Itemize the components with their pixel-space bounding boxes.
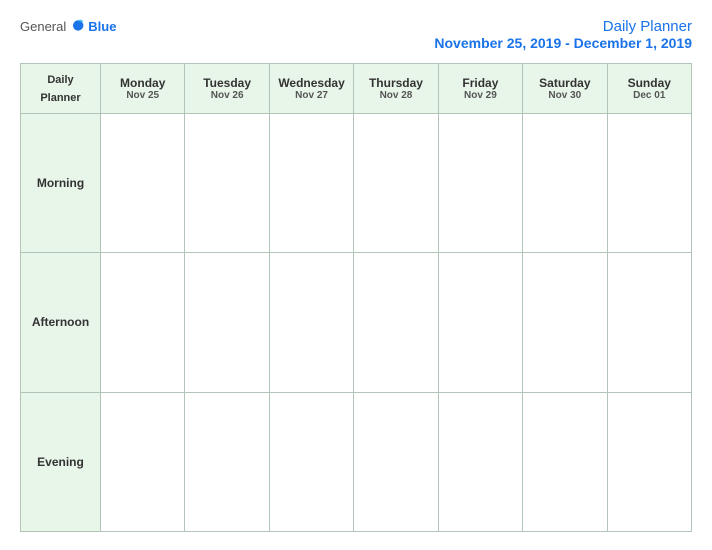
afternoon-row: Afternoon bbox=[21, 253, 692, 392]
afternoon-sunday-cell[interactable] bbox=[607, 253, 691, 392]
afternoon-wednesday-cell[interactable] bbox=[269, 253, 353, 392]
morning-thursday-cell[interactable] bbox=[354, 113, 438, 252]
title-area: Daily Planner November 25, 2019 - Decemb… bbox=[434, 18, 692, 51]
evening-saturday-cell[interactable] bbox=[523, 392, 607, 531]
evening-row: Evening bbox=[21, 392, 692, 531]
day-header-wednesday: Wednesday Nov 27 bbox=[269, 64, 353, 114]
morning-label: Morning bbox=[21, 113, 101, 252]
evening-thursday-cell[interactable] bbox=[354, 392, 438, 531]
header: General Blue Daily Planner November 25, … bbox=[20, 18, 692, 51]
day-name-sunday: Sunday bbox=[612, 76, 687, 90]
table-header-row: Daily Planner Monday Nov 25 Tuesday Nov … bbox=[21, 64, 692, 114]
evening-tuesday-cell[interactable] bbox=[185, 392, 269, 531]
day-name-thursday: Thursday bbox=[358, 76, 433, 90]
day-name-monday: Monday bbox=[105, 76, 180, 90]
evening-friday-cell[interactable] bbox=[438, 392, 522, 531]
morning-saturday-cell[interactable] bbox=[523, 113, 607, 252]
day-name-friday: Friday bbox=[443, 76, 518, 90]
corner-header: Daily Planner bbox=[21, 64, 101, 114]
afternoon-tuesday-cell[interactable] bbox=[185, 253, 269, 392]
planner-title: Daily Planner bbox=[434, 18, 692, 35]
morning-tuesday-cell[interactable] bbox=[185, 113, 269, 252]
day-header-monday: Monday Nov 25 bbox=[101, 64, 185, 114]
morning-sunday-cell[interactable] bbox=[607, 113, 691, 252]
day-date-monday: Nov 25 bbox=[105, 90, 180, 101]
day-header-friday: Friday Nov 29 bbox=[438, 64, 522, 114]
day-date-thursday: Nov 28 bbox=[358, 90, 433, 101]
day-date-sunday: Dec 01 bbox=[612, 90, 687, 101]
evening-wednesday-cell[interactable] bbox=[269, 392, 353, 531]
logo-area: General Blue bbox=[20, 18, 116, 34]
afternoon-label: Afternoon bbox=[21, 253, 101, 392]
afternoon-thursday-cell[interactable] bbox=[354, 253, 438, 392]
afternoon-monday-cell[interactable] bbox=[101, 253, 185, 392]
morning-friday-cell[interactable] bbox=[438, 113, 522, 252]
evening-monday-cell[interactable] bbox=[101, 392, 185, 531]
day-date-wednesday: Nov 27 bbox=[274, 90, 349, 101]
morning-row: Morning bbox=[21, 113, 692, 252]
logo-general-text: General bbox=[20, 19, 66, 34]
day-header-thursday: Thursday Nov 28 bbox=[354, 64, 438, 114]
day-header-saturday: Saturday Nov 30 bbox=[523, 64, 607, 114]
day-name-saturday: Saturday bbox=[527, 76, 602, 90]
day-header-sunday: Sunday Dec 01 bbox=[607, 64, 691, 114]
day-date-saturday: Nov 30 bbox=[527, 90, 602, 101]
day-name-wednesday: Wednesday bbox=[274, 76, 349, 90]
evening-sunday-cell[interactable] bbox=[607, 392, 691, 531]
corner-label: Daily Planner bbox=[40, 74, 80, 104]
logo-bird-icon bbox=[70, 18, 86, 34]
morning-wednesday-cell[interactable] bbox=[269, 113, 353, 252]
evening-label: Evening bbox=[21, 392, 101, 531]
page: General Blue Daily Planner November 25, … bbox=[0, 0, 712, 550]
planner-table: Daily Planner Monday Nov 25 Tuesday Nov … bbox=[20, 63, 692, 532]
logo-blue-text: Blue bbox=[88, 19, 116, 34]
afternoon-friday-cell[interactable] bbox=[438, 253, 522, 392]
day-date-tuesday: Nov 26 bbox=[189, 90, 264, 101]
day-date-friday: Nov 29 bbox=[443, 90, 518, 101]
planner-date-range: November 25, 2019 - December 1, 2019 bbox=[434, 35, 692, 51]
morning-monday-cell[interactable] bbox=[101, 113, 185, 252]
day-header-tuesday: Tuesday Nov 26 bbox=[185, 64, 269, 114]
day-name-tuesday: Tuesday bbox=[189, 76, 264, 90]
afternoon-saturday-cell[interactable] bbox=[523, 253, 607, 392]
logo: General Blue bbox=[20, 18, 116, 34]
